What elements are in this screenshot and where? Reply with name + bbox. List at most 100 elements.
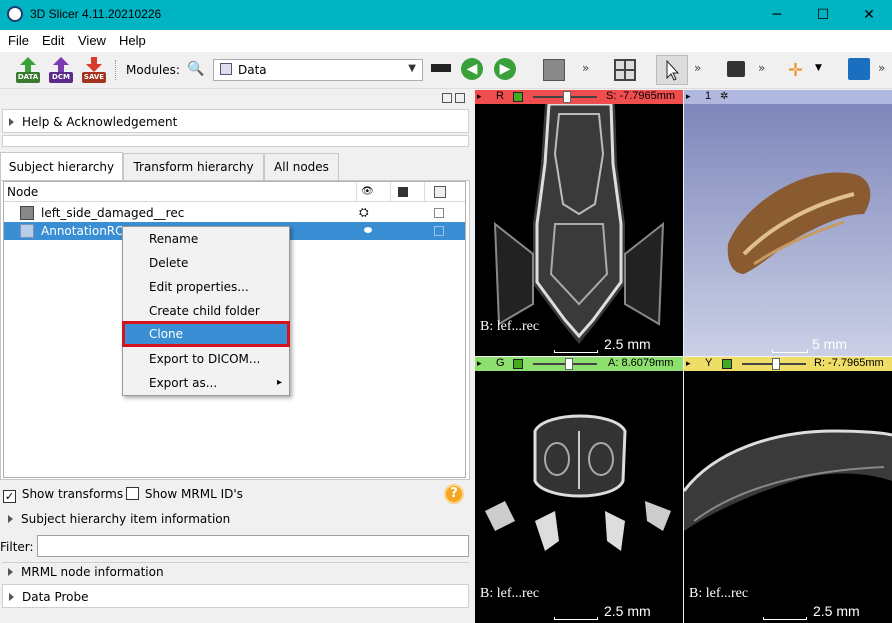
close-button[interactable]: ✕: [846, 0, 892, 30]
tab-all-nodes[interactable]: All nodes: [264, 153, 339, 180]
visibility-eye-icon[interactable]: [364, 227, 372, 233]
pin-icon[interactable]: ▸: [686, 91, 691, 102]
module-cube-icon[interactable]: [543, 59, 565, 81]
menu-item-delete[interactable]: Delete: [123, 251, 289, 275]
three-d-view-number: 1: [705, 90, 712, 102]
float-panel-icon[interactable]: [442, 93, 452, 103]
visibility-icon[interactable]: ⛭: [359, 205, 369, 220]
green-slice-letter: G: [496, 357, 505, 369]
show-mrml-ids-check[interactable]: [126, 487, 139, 500]
pin-icon[interactable]: ▸: [686, 358, 691, 369]
menu-help[interactable]: Help: [119, 33, 146, 48]
load-dicom-icon[interactable]: DCM: [49, 57, 73, 83]
red-slice-offset: S: -7.7965mm: [606, 90, 676, 102]
transform-grid-icon[interactable]: [434, 208, 444, 218]
yellow-slice-view[interactable]: ▸ Y R: -7.7965mm B: lef...rec 2.5 mm: [684, 357, 892, 623]
help-acknowledgement-label: Help & Acknowledgement: [22, 115, 178, 129]
three-d-view[interactable]: ▸ 1 ✲ 5 mm: [684, 90, 892, 356]
module-selector-value: Data: [238, 63, 267, 77]
green-slice-slider-handle[interactable]: [565, 358, 573, 370]
close-panel-icon[interactable]: [455, 93, 465, 103]
show-transforms-check[interactable]: ✓: [3, 490, 16, 503]
menu-item-export-as[interactable]: Export as...: [123, 371, 289, 395]
toolbar-more-icon[interactable]: »: [582, 61, 589, 75]
layout-icon[interactable]: [614, 59, 636, 81]
transform-column-icon[interactable]: [434, 186, 446, 198]
yellow-scale-label: 2.5 mm: [813, 603, 860, 619]
module-selector[interactable]: Data ▼: [213, 59, 423, 81]
filter-label: Filter:: [0, 540, 34, 554]
yellow-volume-label: B: lef...rec: [689, 586, 749, 601]
item-information-section[interactable]: Subject hierarchy item information: [2, 509, 469, 529]
yellow-scale-bar: [763, 617, 807, 620]
pin-icon[interactable]: ▸: [477, 91, 482, 102]
context-menu: Rename Delete Edit properties... Create …: [122, 226, 290, 396]
tab-subject-hierarchy[interactable]: Subject hierarchy: [0, 152, 123, 181]
yellow-slice-letter: Y: [705, 357, 713, 369]
red-scale-bar: [554, 350, 598, 353]
green-slice-view[interactable]: ▸ G A: 8.6079mm B: lef...rec 2.5 mm: [475, 357, 683, 623]
yellow-slice-slider-handle[interactable]: [772, 358, 780, 370]
menu-edit[interactable]: Edit: [42, 33, 64, 48]
extensions-manager-icon[interactable]: [848, 58, 870, 80]
save-data-icon[interactable]: SAVE: [82, 57, 106, 83]
menu-item-export-to-dicom[interactable]: Export to DICOM...: [123, 347, 289, 371]
module-search-icon[interactable]: 🔍: [187, 61, 204, 77]
green-slice-offset: A: 8.6079mm: [608, 357, 674, 369]
title-bar: 3D Slicer 4.11.20210226 ─ ☐ ✕: [0, 0, 892, 30]
toolbar-more-icon[interactable]: »: [878, 61, 885, 75]
menu-item-clone[interactable]: Clone: [122, 321, 290, 347]
toolbar-more-icon[interactable]: »: [758, 61, 765, 75]
column-divider: [424, 182, 425, 202]
load-data-icon[interactable]: DATA: [16, 57, 40, 83]
tree-row-volume[interactable]: left_side_damaged__rec ⛭: [4, 204, 465, 222]
mrml-node-information-section[interactable]: MRML node information: [2, 562, 469, 582]
tab-all-nodes-label: All nodes: [274, 160, 329, 174]
red-slice-letter: R: [496, 90, 504, 102]
window-level-icon[interactable]: [431, 64, 451, 72]
toolbar-more-icon[interactable]: »: [694, 61, 701, 75]
menu-item-edit-properties[interactable]: Edit properties...: [123, 275, 289, 299]
show-transforms-checkbox[interactable]: ✓ Show transforms: [3, 487, 123, 503]
show-mrml-ids-checkbox[interactable]: Show MRML ID's: [126, 487, 243, 501]
tab-transform-hierarchy[interactable]: Transform hierarchy: [123, 153, 264, 180]
mouse-mode-select-icon[interactable]: [656, 55, 688, 85]
data-probe-section[interactable]: Data Probe: [2, 584, 469, 608]
mrml-node-information-label: MRML node information: [21, 565, 164, 579]
save-label: SAVE: [82, 72, 106, 83]
transform-grid-icon[interactable]: [434, 226, 444, 236]
red-slice-view[interactable]: ▸ R S: -7.7965mm B: lef...rec 2.5 mm: [475, 90, 683, 356]
link-icon[interactable]: [513, 359, 523, 369]
minimize-button[interactable]: ─: [754, 0, 800, 30]
menu-item-create-child-folder[interactable]: Create child folder: [123, 299, 289, 323]
color-column-icon[interactable]: [398, 187, 408, 197]
back-arrow-icon[interactable]: ◀: [461, 58, 483, 80]
red-slice-slider-handle[interactable]: [563, 91, 571, 103]
center-view-icon[interactable]: ✲: [720, 91, 728, 102]
red-volume-label: B: lef...rec: [480, 319, 540, 334]
menu-view[interactable]: View: [78, 33, 106, 48]
crosshair-icon[interactable]: ✛: [788, 60, 803, 81]
pin-icon[interactable]: ▸: [477, 358, 482, 369]
volume-node-icon: [20, 206, 34, 220]
green-scale-bar: [554, 617, 598, 620]
maximize-button[interactable]: ☐: [800, 0, 846, 30]
node-column-header[interactable]: Node: [7, 185, 38, 199]
expand-arrow-icon: [9, 593, 14, 601]
expand-arrow-icon: [8, 568, 13, 576]
filter-input[interactable]: [37, 535, 469, 557]
screenshot-camera-icon[interactable]: [727, 61, 745, 77]
yellow-slice-controller: ▸ Y R: -7.7965mm: [684, 357, 892, 371]
help-icon[interactable]: ?: [444, 484, 464, 504]
link-icon[interactable]: [513, 92, 523, 102]
slicer-app-icon: [7, 6, 23, 22]
visibility-eye-icon[interactable]: 👁: [361, 186, 374, 197]
link-icon[interactable]: [722, 359, 732, 369]
three-d-rendering: [727, 172, 871, 274]
help-acknowledgement-section[interactable]: Help & Acknowledgement: [2, 109, 469, 133]
chevron-down-icon[interactable]: ▼: [815, 63, 822, 73]
menu-item-rename[interactable]: Rename: [123, 227, 289, 251]
menu-file[interactable]: File: [8, 33, 29, 48]
three-d-scale-label: 5 mm: [812, 336, 847, 352]
forward-arrow-icon[interactable]: ▶: [494, 58, 516, 80]
